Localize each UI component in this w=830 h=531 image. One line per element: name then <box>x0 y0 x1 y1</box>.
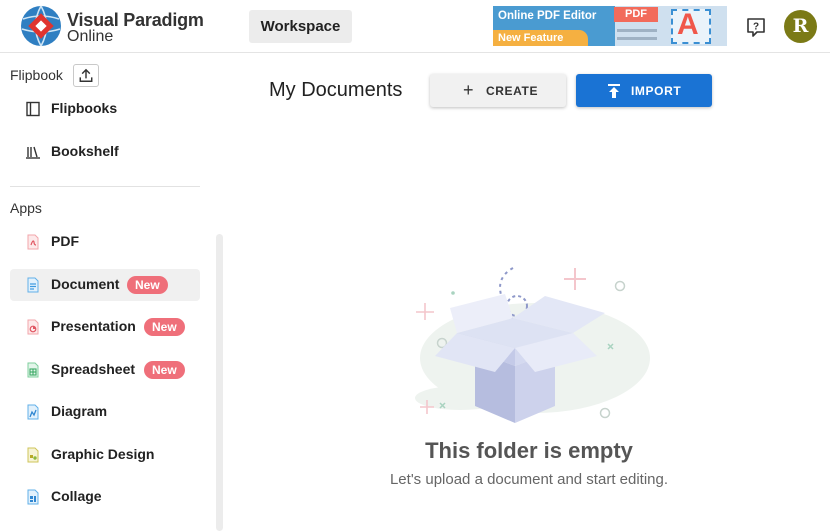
upload-icon <box>608 84 620 98</box>
banner-text-line <box>617 37 657 40</box>
pdf-editor-promo-banner[interactable]: Online PDF Editor New Feature PDF A <box>493 6 727 46</box>
graphic-design-icon <box>27 447 39 463</box>
sidebar: Flipbook Flipbooks Bookshelf Apps PDF Do… <box>0 54 225 531</box>
plus-icon: + <box>463 80 474 100</box>
presentation-icon <box>27 319 39 335</box>
logo-subtitle: Online <box>67 28 114 45</box>
banner-title: Online PDF Editor <box>498 10 597 22</box>
diagram-icon <box>27 404 39 420</box>
import-button[interactable]: IMPORT <box>576 74 712 107</box>
spreadsheet-icon <box>27 362 39 378</box>
sidebar-item-label: Collage <box>51 488 102 504</box>
new-badge: New <box>144 361 185 379</box>
sidebar-item-document[interactable]: Document New <box>10 269 200 301</box>
sidebar-scrollbar[interactable] <box>216 234 223 531</box>
empty-state-subtitle: Let's upload a document and start editin… <box>389 471 669 488</box>
new-badge: New <box>144 318 185 336</box>
sidebar-item-label: Presentation <box>51 318 136 334</box>
sidebar-item-label: Spreadsheet <box>51 361 136 377</box>
sidebar-item-spreadsheet[interactable]: Spreadsheet New <box>10 354 200 386</box>
banner-pdf-label: PDF <box>614 7 658 22</box>
create-button[interactable]: + CREATE <box>430 74 566 107</box>
sidebar-divider <box>10 186 200 187</box>
banner-letter-icon: A <box>677 8 699 41</box>
pdf-icon <box>27 234 39 250</box>
create-button-label: CREATE <box>486 84 539 98</box>
bookshelf-icon <box>26 146 40 159</box>
apps-section-title: Apps <box>10 200 42 216</box>
sidebar-item-flipbooks[interactable]: Flipbooks <box>10 93 200 125</box>
empty-box-illustration <box>415 267 650 423</box>
empty-state-title: This folder is empty <box>425 438 633 463</box>
sidebar-item-label: Bookshelf <box>51 143 119 159</box>
new-badge: New <box>127 276 168 294</box>
sidebar-item-diagram[interactable]: Diagram <box>10 396 200 428</box>
sidebar-item-label: Diagram <box>51 403 108 419</box>
user-avatar[interactable]: R <box>784 10 817 43</box>
sidebar-item-label: Document <box>51 276 120 292</box>
document-icon <box>27 277 39 293</box>
workspace-button[interactable]: Workspace <box>249 10 352 43</box>
sidebar-item-presentation[interactable]: Presentation New <box>10 311 200 343</box>
sidebar-item-label: Graphic Design <box>51 446 155 462</box>
flipbook-section-title: Flipbook <box>10 67 63 83</box>
sidebar-item-bookshelf[interactable]: Bookshelf <box>10 136 200 168</box>
top-header: Visual Paradigm Online Workspace Online … <box>0 0 830 53</box>
banner-new-feature-tag: New Feature <box>498 32 564 44</box>
visual-paradigm-logo[interactable]: Visual Paradigm Online <box>20 5 204 47</box>
banner-text-line <box>617 29 657 32</box>
upload-button[interactable] <box>73 64 99 87</box>
svg-text:?: ? <box>753 22 759 33</box>
upload-icon <box>79 68 93 82</box>
sidebar-item-graphic-design[interactable]: Graphic Design <box>10 439 200 471</box>
collage-icon <box>27 489 39 505</box>
globe-logo-icon <box>21 5 61 47</box>
sidebar-item-collage[interactable]: Collage <box>10 481 200 513</box>
import-button-label: IMPORT <box>631 84 682 98</box>
sidebar-item-label: PDF <box>51 233 79 249</box>
sidebar-item-label: Flipbooks <box>51 100 118 116</box>
page-title: My Documents <box>269 79 403 101</box>
help-question-icon[interactable]: ? <box>745 16 767 38</box>
sidebar-item-pdf[interactable]: PDF <box>10 226 200 258</box>
flipbook-icon <box>26 101 40 117</box>
